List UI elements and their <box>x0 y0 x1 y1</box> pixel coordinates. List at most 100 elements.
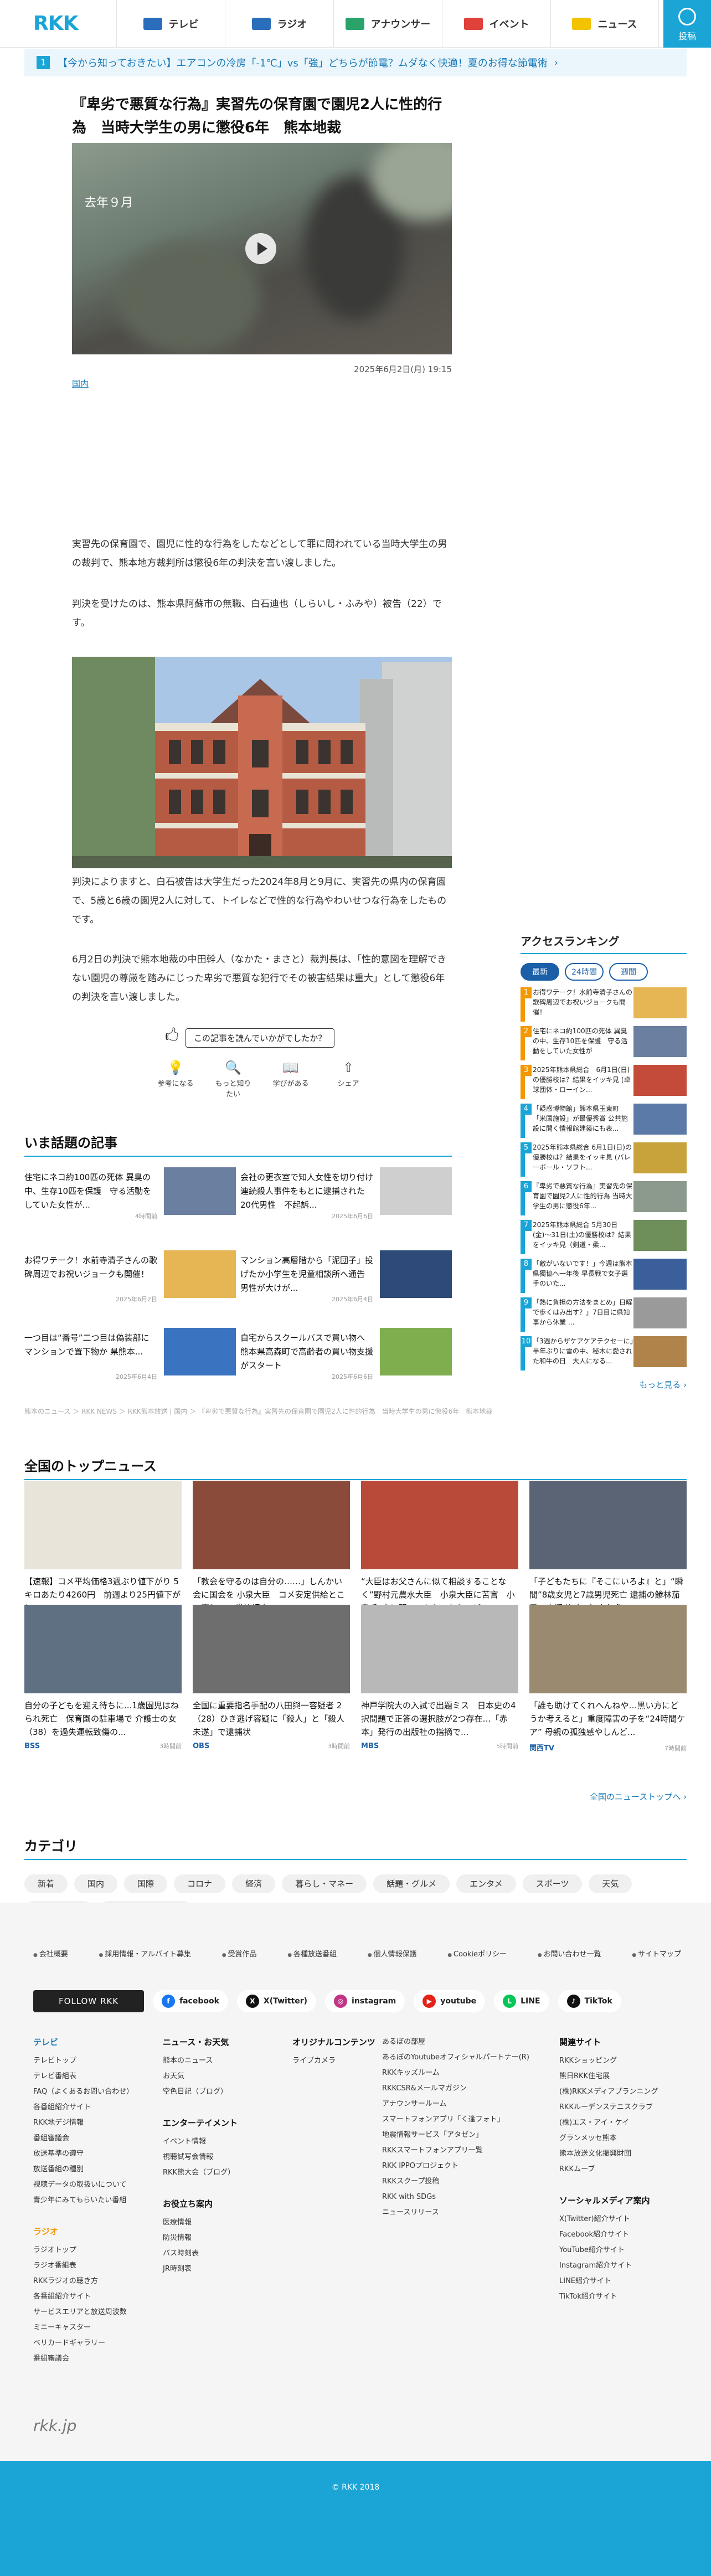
footer-link[interactable]: RKKショッピング <box>559 2053 676 2069</box>
footer-link[interactable]: RKK IPPOプロジェクト <box>382 2158 548 2174</box>
footer-link[interactable]: 熊日RKK住宅展 <box>559 2069 676 2084</box>
social-xtwitter-button[interactable]: X X(Twitter) <box>236 1990 317 2012</box>
social-line-button[interactable]: L LINE <box>494 1990 549 2012</box>
footer-link[interactable]: 採用情報・アルバイト募集 <box>99 1948 191 1959</box>
rkkjp-logo[interactable]: rkk.jp <box>33 2417 76 2435</box>
footer-link[interactable]: X(Twitter)紹介サイト <box>559 2212 676 2227</box>
footer-link[interactable]: RKKCSR&メールマガジン <box>382 2081 548 2096</box>
ranking-more-link[interactable]: もっと見る › <box>639 1379 687 1390</box>
footer-link[interactable]: 番組審議会 <box>33 2131 150 2146</box>
ranking-title[interactable]: 住宅にネコ約100匹の死体 異臭の中、生存10匹を保護 守る活動をしていた女性が <box>533 1026 633 1057</box>
national-news-title[interactable]: 全国に重要指名手配の八田與一容疑者 2（28）ひき逃げ容疑に「殺人」と「殺人未遂… <box>193 1699 350 1739</box>
footer-link[interactable]: YouTube紹介サイト <box>559 2243 676 2258</box>
ranking-title[interactable]: 『卑劣で悪質な行為』実習先の保育園で園児2人に性的行為 当時大学生の男に懲役6年… <box>533 1181 633 1212</box>
category-tag[interactable]: 国際 <box>124 1874 168 1893</box>
social-instagram-button[interactable]: ◎ instagram <box>325 1990 405 2012</box>
footer-link[interactable]: 各番組紹介サイト <box>33 2289 150 2305</box>
footer-link[interactable]: 各番組紹介サイト <box>33 2100 150 2115</box>
ranking-item[interactable]: 5 2025年熊本県総合 6月1日(日)の優勝校は？結果をイッキ見 (バレーボール… <box>521 1142 687 1177</box>
national-news-title[interactable]: 神戸学院大の入試で出題ミス 日本史の4択問題で正答の選択肢が2つ存在…「赤本」発… <box>361 1699 518 1739</box>
footer-link[interactable]: スマートフォンアプリ「く逢フォト」 <box>382 2112 548 2127</box>
footer-link[interactable]: RKK地デジ情報 <box>33 2115 150 2131</box>
rkk-logo[interactable]: RKK <box>33 12 79 35</box>
footer-link[interactable]: 視聴試写会情報 <box>163 2150 279 2165</box>
nav-item-4[interactable]: ニュース <box>550 0 659 48</box>
footer-link[interactable]: LINE紹介サイト <box>559 2274 676 2289</box>
footer-link[interactable]: RKK with SDGs <box>382 2189 548 2205</box>
footer-link[interactable]: RKKルーデンステニスクラブ <box>559 2100 676 2115</box>
national-news-title[interactable]: 「誰も助けてくれへんねや…黒い方にどうか考えると」重度障害の子を“24時間ケア”… <box>529 1699 687 1739</box>
feedback-3[interactable]: ⇧ シェア <box>329 1060 368 1099</box>
category-tag[interactable]: エンタメ <box>456 1874 516 1893</box>
article-category-link[interactable]: 国内 <box>72 378 89 389</box>
social-facebook-button[interactable]: f facebook <box>153 1990 228 2012</box>
ranking-item[interactable]: 9 「熱に負担の方法をまとめ」日曜で歩くはみ出す？」7日目に県知事から休業 ... <box>521 1297 687 1332</box>
footer-link[interactable]: RKKムーブ <box>559 2162 676 2177</box>
category-tag[interactable]: 話題・グルメ <box>373 1874 450 1893</box>
ranking-title[interactable]: 2025年熊本県総合 5月30日(金)〜31日(土)の優勝校は？結果をイッキ見（… <box>533 1220 633 1251</box>
footer-link[interactable]: 熊本のニュース <box>163 2053 279 2069</box>
topic-title[interactable]: 自宅からスクールバスで買い物へ 熊本県高森町で高齢者の買い物支援がスタート <box>240 1331 373 1373</box>
footer-link[interactable]: 熊本放送文化振興財団 <box>559 2146 676 2162</box>
category-tag[interactable]: 新着 <box>24 1874 68 1893</box>
footer-link[interactable]: 視聴データの取扱いについて <box>33 2177 150 2193</box>
article-video[interactable]: 去年９月 <box>72 143 452 354</box>
footer-link[interactable]: (株)RKKメディアプランニング <box>559 2084 676 2100</box>
nav-item-0[interactable]: テレビ <box>116 0 225 48</box>
topic-title[interactable]: 住宅にネコ約100匹の死体 異臭の中、生存10匹を保護 守る活動をしていた女性が… <box>24 1171 157 1212</box>
footer-link[interactable]: 空色日記（ブログ） <box>163 2084 279 2100</box>
feedback-1[interactable]: 🔍 もっと知りたい <box>214 1060 253 1099</box>
footer-link[interactable]: あるぼのYoutubeオフィシャルパートナー(R) <box>382 2050 548 2065</box>
nav-item-2[interactable]: アナウンサー <box>333 0 442 48</box>
footer-link[interactable]: TikTok紹介サイト <box>559 2289 676 2305</box>
topic-item[interactable]: マンション高層階から「泥団子」投げたか小学生を児童相談所へ通告 男性が大けが..… <box>240 1250 452 1304</box>
footer-link[interactable]: あるぼの部屋 <box>382 2034 548 2050</box>
footer-link[interactable]: ラジオ番組表 <box>33 2258 150 2274</box>
ranking-tab[interactable]: 週間 <box>609 963 648 981</box>
national-news-card[interactable]: 神戸学院大の入試で出題ミス 日本史の4択問題で正答の選択肢が2つ存在…「赤本」発… <box>361 1605 518 1750</box>
footer-link[interactable]: RKKスマートフォンアプリ一覧 <box>382 2143 548 2158</box>
ranking-item[interactable]: 7 2025年熊本県総合 5月30日(金)〜31日(土)の優勝校は？結果をイッキ見… <box>521 1220 687 1254</box>
ranking-tab[interactable]: 最新 <box>521 963 559 981</box>
footer-link[interactable]: JR時刻表 <box>163 2261 279 2277</box>
footer-link[interactable]: (株)エス・アイ・ケイ <box>559 2115 676 2131</box>
footer-link[interactable]: テレビトップ <box>33 2053 150 2069</box>
news-ticker[interactable]: 1 【今から知っておきたい】エアコンの冷房「-1℃」vs「強」どちらが節電？ムダ… <box>24 49 687 76</box>
ranking-title[interactable]: 「疑惑博物館」熊本県玉東町 「米国施設」が最優秀賞 公共施設に開く情報館建築にも… <box>533 1104 633 1135</box>
footer-link[interactable]: お天気 <box>163 2069 279 2084</box>
ranking-item[interactable]: 2 住宅にネコ約100匹の死体 異臭の中、生存10匹を保護 守る活動をしていた女性… <box>521 1026 687 1060</box>
footer-link[interactable]: Cookieポリシー <box>447 1948 507 1959</box>
ranking-title[interactable]: お得ワテーク！水前寺清子さんの歌碑周辺でお祝いジョークも開催！ <box>533 987 633 1018</box>
category-tag[interactable]: スポーツ <box>522 1874 583 1893</box>
footer-link[interactable]: 番組審議会 <box>33 2351 150 2367</box>
ranking-item[interactable]: 4 「疑惑博物館」熊本県玉東町 「米国施設」が最優秀賞 公共施設に開く情報館建築に… <box>521 1104 687 1138</box>
footer-link[interactable]: サービスエリアと放送周波数 <box>33 2305 150 2320</box>
social-youtube-button[interactable]: ▶ youtube <box>414 1990 486 2012</box>
footer-link[interactable]: 受賞作品 <box>222 1948 257 1959</box>
topic-title[interactable]: マンション高層階から「泥団子」投げたか小学生を児童相談所へ通告 男性が大けが..… <box>240 1254 373 1295</box>
footer-link[interactable]: アナウンサールーム <box>382 2096 548 2112</box>
topic-item[interactable]: 一つ目は“番号”二つ目は偽装部にマンションで置下物か 県熊本... 2025年6月… <box>24 1328 236 1381</box>
footer-link[interactable]: 各種放送番組 <box>287 1948 337 1959</box>
footer-link[interactable]: RKKキッズルーム <box>382 2065 548 2081</box>
ranking-item[interactable]: 3 2025年熊本県総合 6月1日(日)の優勝校は？結果をイッキ見 (卓球団体・ロ… <box>521 1065 687 1099</box>
footer-link[interactable]: バス時刻表 <box>163 2246 279 2261</box>
breadcrumb[interactable]: 熊本のニュース ＞ RKK NEWS ＞ RKK熊本放送 | 国内 ＞ 『卑劣で… <box>24 1407 492 1416</box>
footer-link[interactable]: 地震情報サービス「アタゼン」 <box>382 2127 548 2143</box>
footer-link[interactable]: お問い合わせ一覧 <box>538 1948 601 1959</box>
topic-item[interactable]: 住宅にネコ約100匹の死体 異臭の中、生存10匹を保護 守る活動をしていた女性が… <box>24 1167 236 1220</box>
nav-item-3[interactable]: イベント <box>442 0 550 48</box>
ranking-tab[interactable]: 24時間 <box>565 963 604 981</box>
topic-title[interactable]: 会社の更衣室で知人女性を切り付け 連続殺人事件をもとに逮捕された20代男性 不起… <box>240 1171 382 1212</box>
national-news-card[interactable]: 全国に重要指名手配の八田與一容疑者 2（28）ひき逃げ容疑に「殺人」と「殺人未遂… <box>193 1605 350 1750</box>
footer-link[interactable]: RKKスクープ投稿 <box>382 2174 548 2189</box>
footer-link[interactable]: ラジオトップ <box>33 2243 150 2258</box>
ranking-item[interactable]: 10 「3週からザケアケアテクセーに」半年ぶりに雪の中、秘木に愛された和牛の日 大… <box>521 1336 687 1371</box>
topic-title[interactable]: お得ワテーク！水前寺清子さんの歌碑周辺でお祝いジョークも開催！ <box>24 1254 157 1281</box>
ranking-title[interactable]: 「3週からザケアケアテクセーに」半年ぶりに雪の中、秘木に愛された和牛の日 大人に… <box>533 1336 633 1367</box>
topic-item[interactable]: 会社の更衣室で知人女性を切り付け 連続殺人事件をもとに逮捕された20代男性 不起… <box>240 1167 452 1220</box>
ranking-item[interactable]: 1 お得ワテーク！水前寺清子さんの歌碑周辺でお祝いジョークも開催！ <box>521 987 687 1022</box>
footer-link[interactable]: ニュースリリース <box>382 2205 548 2220</box>
footer-link[interactable]: グランメッセ熊本 <box>559 2131 676 2146</box>
ticker-text[interactable]: 【今から知っておきたい】エアコンの冷房「-1℃」vs「強」どちらが節電？ムダなく… <box>58 55 548 70</box>
